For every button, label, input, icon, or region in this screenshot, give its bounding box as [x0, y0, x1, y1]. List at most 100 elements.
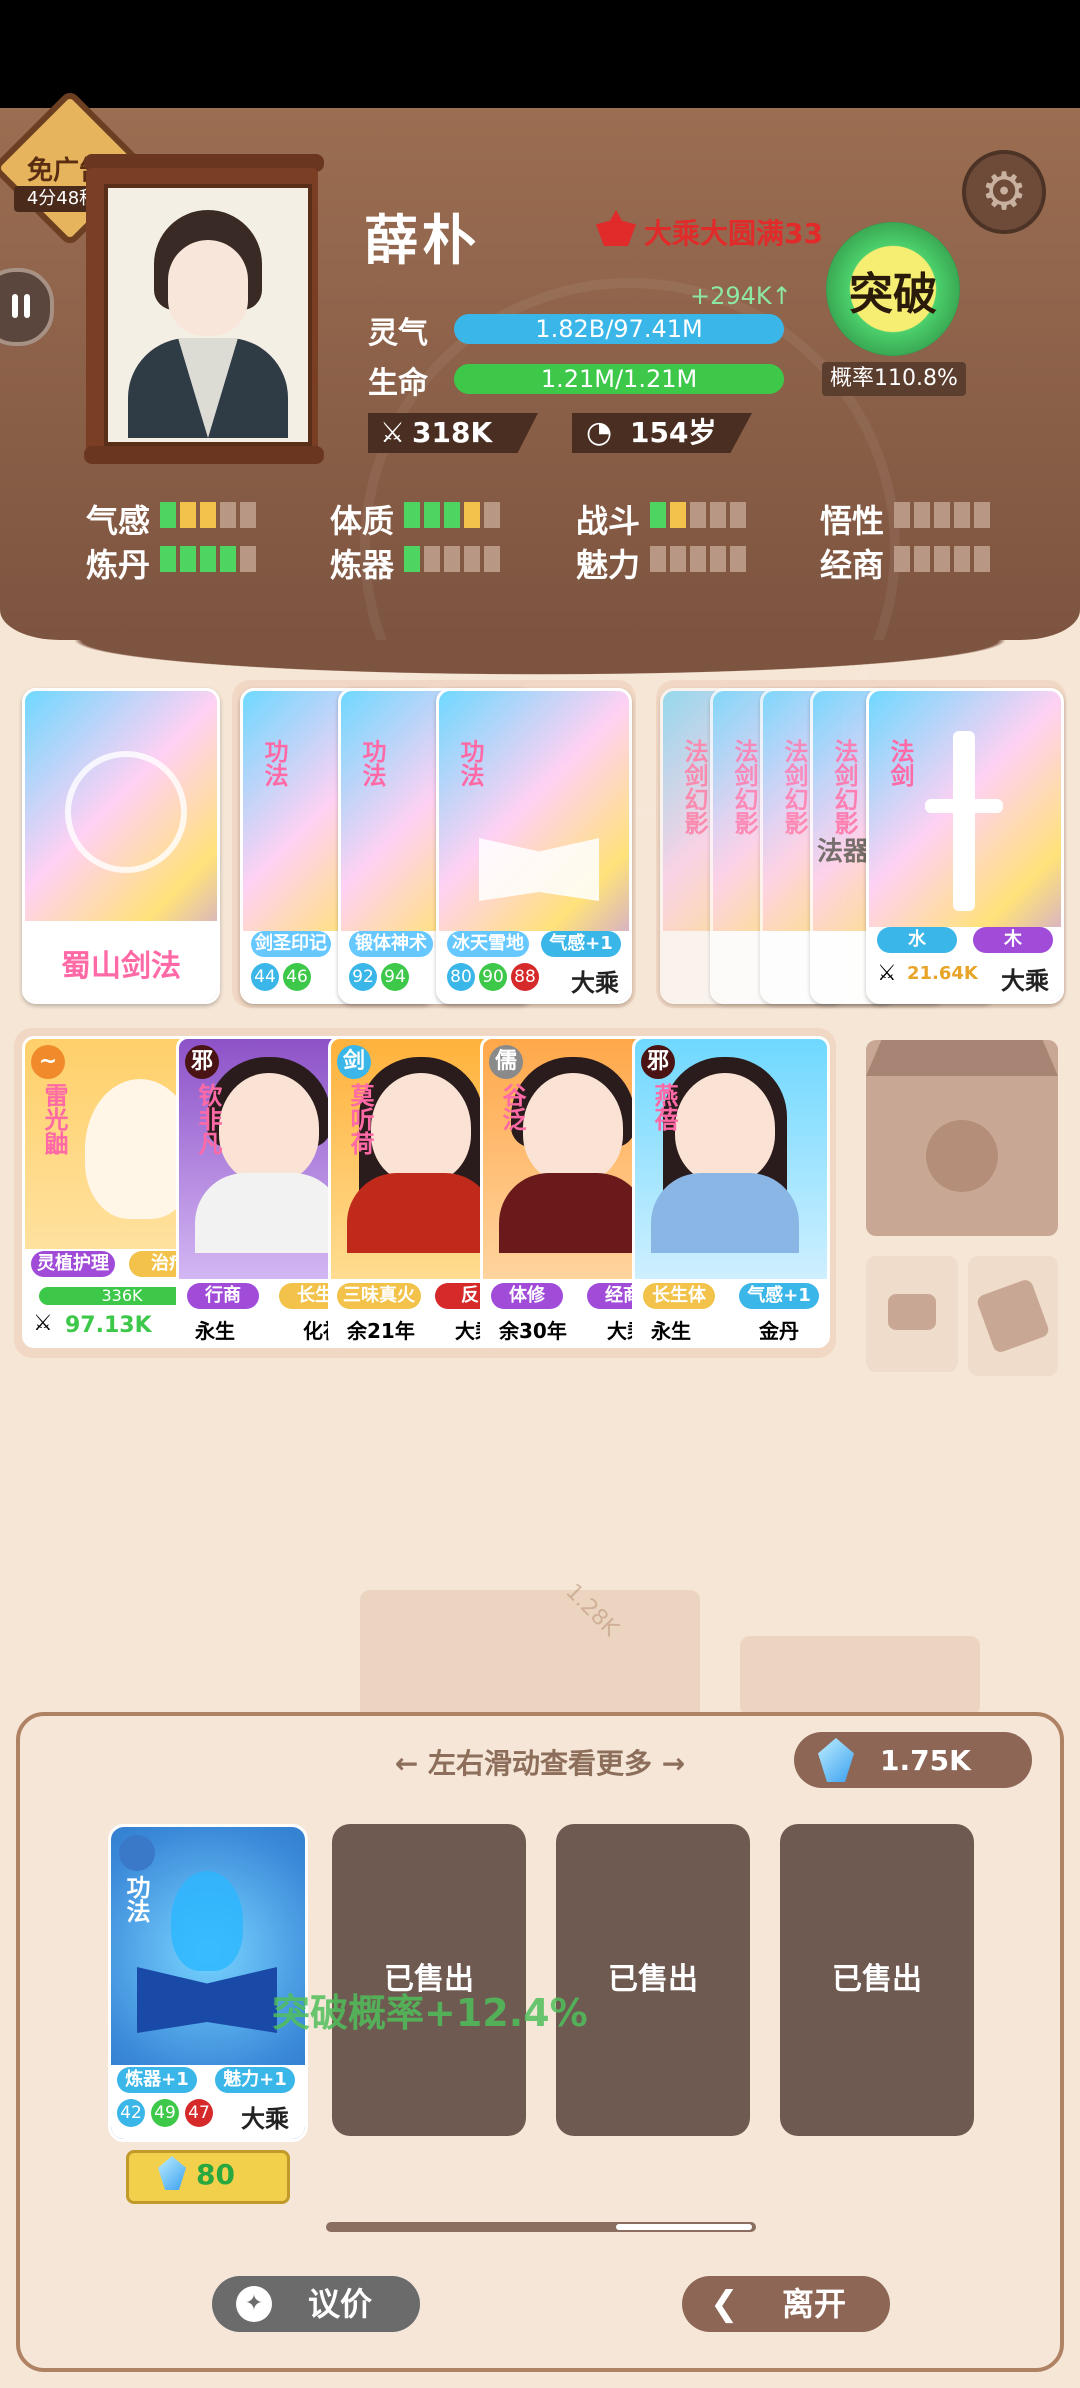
roof	[866, 1040, 1058, 1076]
hourglass-icon: ◔	[586, 415, 613, 450]
card-stat: 46	[283, 963, 311, 991]
attr-name: 炼丹	[86, 546, 151, 584]
attr-name: 炼器	[330, 546, 395, 584]
breakthrough-label[interactable]: 突破	[826, 258, 960, 322]
card-tag: 水	[877, 927, 957, 953]
pet-icon: ~	[31, 1045, 65, 1079]
item-stat: 49	[151, 2099, 179, 2127]
chest-button[interactable]	[866, 1256, 958, 1372]
char-face	[371, 1073, 471, 1183]
shop-building-icon[interactable]	[866, 1040, 1058, 1236]
negotiate-button[interactable]: ✦ 议价	[212, 2276, 420, 2332]
sold-slot: 已售出	[780, 1824, 974, 2136]
card-title: 功法	[358, 739, 386, 787]
card-stat: 80	[447, 963, 475, 991]
char-name: 钦非凡	[194, 1083, 222, 1155]
skill-card-gongfa[interactable]: 功法 冰天雪地 气感+1 80 90 88 大乘	[436, 688, 632, 1004]
attr-pips-0	[160, 502, 256, 528]
card-name: 蜀山剑法	[61, 949, 181, 984]
card-stat: 92	[349, 963, 377, 991]
age-value: 154岁	[630, 416, 717, 449]
card-tag: 冰天雪地	[447, 931, 529, 957]
attr-name: 悟性	[820, 502, 885, 540]
item-icon	[119, 1835, 155, 1871]
player-avatar[interactable]	[104, 184, 312, 446]
attr-pips-6	[650, 546, 746, 572]
faction-badge: 邪	[185, 1045, 219, 1079]
card-stat: 94	[381, 963, 409, 991]
gear-icon: ⚙	[980, 162, 1028, 222]
card-stat: 90	[479, 963, 507, 991]
background-building	[360, 1590, 700, 1720]
char-robe	[195, 1173, 343, 1253]
qi-label: 灵气	[368, 316, 428, 351]
card-tag: 气感+1	[739, 1283, 819, 1309]
item-grade: 大乘	[241, 2105, 289, 2133]
realm-label: 大乘大圆满33	[644, 217, 823, 250]
sword-guard	[925, 799, 1003, 813]
item-tag: 炼器+1	[117, 2067, 197, 2093]
card-tag: 锻体神术	[349, 931, 433, 957]
item-price-value[interactable]: 80	[196, 2158, 235, 2191]
scroll-rod-bottom	[84, 446, 324, 464]
card-title: 法剑	[886, 739, 914, 787]
char-face	[523, 1073, 623, 1183]
qi-bar: 1.82B/97.41M	[454, 314, 784, 344]
char-robe	[347, 1173, 495, 1253]
char-face	[219, 1073, 319, 1183]
item-tag: 魅力+1	[215, 2067, 295, 2093]
scroll-button[interactable]	[968, 1256, 1058, 1376]
char-robe	[651, 1173, 799, 1253]
player-name: 薛朴	[364, 209, 480, 272]
card-title: 法剑幻影	[680, 739, 708, 835]
card-tag: 灵植护理	[31, 1251, 115, 1277]
attr-pips-2	[650, 502, 746, 528]
power-icon: ⚔	[33, 1311, 53, 1336]
char-name: 谷泛	[498, 1083, 526, 1131]
age: ◔ 154岁	[572, 413, 752, 453]
card-power: 21.64K	[907, 963, 978, 984]
item-title: 功法	[122, 1875, 150, 1923]
card-tag: 气感+1	[541, 931, 621, 957]
breakthrough-rate: 概率110.8%	[822, 362, 966, 396]
leave-label[interactable]: 离开	[782, 2276, 846, 2332]
faction-badge: 剑	[337, 1045, 371, 1079]
card-tag: 长生体	[643, 1283, 715, 1309]
sword-icon: ⚔	[380, 416, 406, 449]
shop-scrollbar-thumb[interactable]	[616, 2224, 752, 2230]
card-stat: 88	[511, 963, 539, 991]
card-title: 功法	[260, 739, 288, 787]
attr-name: 气感	[86, 502, 151, 540]
char-lifespan: 余30年	[499, 1319, 567, 1343]
item-stat: 42	[117, 2099, 145, 2127]
attr-pips-7	[894, 546, 990, 572]
negotiate-label[interactable]: 议价	[308, 2276, 372, 2332]
attr-pips-4	[160, 546, 256, 572]
card-tag: 木	[973, 927, 1053, 953]
char-lifespan: 余21年	[347, 1319, 415, 1343]
scroll-icon	[975, 1277, 1051, 1355]
char-lifespan: 永生	[651, 1319, 691, 1343]
background-building	[740, 1636, 980, 1716]
card-tag: 体修	[491, 1283, 563, 1309]
book-icon	[479, 838, 599, 901]
card-title: 法剑幻影	[830, 739, 858, 835]
negotiate-icon: ✦	[236, 2286, 272, 2322]
char-name: 莫听荷	[346, 1083, 374, 1155]
attr-name: 魅力	[576, 546, 641, 584]
treasure-card[interactable]: 法剑 水 木 ⚔ 21.64K 大乘	[866, 688, 1064, 1004]
skill-card-shushan[interactable]: 蜀山剑法	[22, 688, 220, 1004]
chest-icon	[888, 1294, 936, 1330]
power-icon: ⚔	[877, 961, 897, 986]
card-stat: 44	[251, 963, 279, 991]
card-category: 法器	[817, 837, 870, 867]
char-grade: 金丹	[759, 1319, 799, 1343]
attr-name: 战斗	[576, 502, 641, 540]
sold-slot: 已售出	[332, 1824, 526, 2136]
sold-slot: 已售出	[556, 1824, 750, 2136]
coin-window	[926, 1120, 998, 1192]
leave-button[interactable]: ❮ 离开	[682, 2276, 890, 2332]
settings-button[interactable]: ⚙	[962, 150, 1046, 234]
character-card[interactable]: 邪 燕蓓 长生体 气感+1 永生 金丹	[632, 1036, 830, 1348]
leave-arrow-icon: ❮	[710, 2284, 739, 2324]
